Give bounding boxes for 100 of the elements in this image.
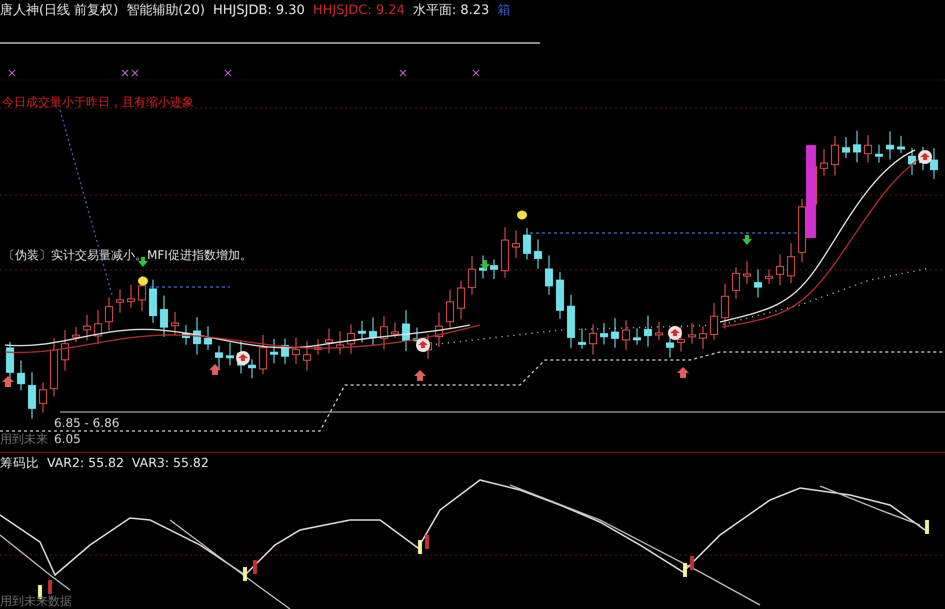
- coin-icon: [236, 351, 250, 365]
- candlestick: [908, 147, 916, 176]
- candlestick: [754, 268, 762, 298]
- candlestick: [787, 242, 795, 284]
- candlestick: [534, 238, 542, 270]
- indicator-value: VAR3: 55.82: [132, 454, 209, 472]
- candlestick: [611, 318, 619, 348]
- candlestick: [259, 334, 267, 375]
- candlestick: [644, 314, 652, 348]
- price-label: 6.05: [54, 432, 81, 446]
- candlestick: [446, 289, 454, 328]
- candlestick: [512, 230, 520, 258]
- candlestick: [61, 330, 69, 372]
- candlestick: [776, 254, 784, 286]
- candlestick: [710, 302, 718, 340]
- candlestick: [435, 312, 443, 348]
- candlestick: [369, 317, 377, 346]
- candlestick: [842, 136, 850, 159]
- candlestick: [391, 322, 399, 338]
- down-arrow-icon: [480, 260, 490, 270]
- candlestick: [875, 144, 883, 164]
- candlestick: [655, 321, 663, 341]
- candlestick: [149, 279, 157, 324]
- up-arrow-icon: [414, 370, 426, 381]
- candlestick: [699, 326, 707, 350]
- future-data-label: 用到未来: [0, 432, 48, 446]
- candlestick: [127, 284, 135, 308]
- candlestick: [886, 130, 894, 160]
- candlestick: [622, 319, 630, 351]
- signal-bar: [253, 560, 257, 574]
- candlestick: [556, 272, 564, 320]
- signal-note: 〔伪装〕实计交易量减小。MFI促进指数增加。: [3, 248, 252, 262]
- candlestick: [600, 322, 608, 346]
- signal-bar: [683, 563, 687, 577]
- signal-bar: [418, 540, 422, 554]
- candlestick: [578, 328, 586, 350]
- candlestick: [204, 326, 212, 350]
- stock-title: 唐人神(日线 前复权): [0, 2, 118, 20]
- coin-icon: [416, 338, 430, 352]
- candlestick: [732, 266, 740, 300]
- indicator-name: 筹码比: [0, 454, 39, 472]
- coin-icon: [918, 150, 932, 164]
- indicator-value: HHJSJDC: 9.24: [312, 2, 405, 20]
- candlestick: [39, 382, 47, 414]
- candlestick: [490, 258, 498, 280]
- candlestick: [853, 130, 861, 163]
- candlestick: [226, 342, 234, 366]
- candlestick: [138, 274, 146, 312]
- candlestick: [94, 309, 102, 345]
- candlestick: [303, 340, 311, 371]
- candlestick: [28, 372, 36, 420]
- candlestick: [248, 358, 256, 379]
- candlestick: [193, 316, 201, 356]
- indicator-name: 智能辅助(20): [126, 2, 205, 20]
- candlestick: [171, 311, 179, 336]
- candlestick: [50, 338, 58, 397]
- signal-bar: [925, 520, 929, 534]
- candlestick: [281, 338, 289, 365]
- candlestick: [336, 330, 344, 355]
- candlestick: [105, 296, 113, 332]
- candlestick: [292, 337, 300, 364]
- candlestick: [589, 324, 597, 356]
- candlestick: [897, 135, 905, 154]
- candlestick: [17, 360, 25, 391]
- down-arrow-icon: [138, 257, 148, 267]
- price-range-label: 6.85 - 6.86: [54, 416, 120, 430]
- dot-icon: [517, 210, 527, 220]
- indicator-value: VAR2: 55.82: [47, 454, 124, 472]
- indicator-value: 箱: [497, 2, 510, 20]
- candlestick: [83, 314, 91, 341]
- candlestick: [358, 320, 366, 343]
- candlestick: [380, 316, 388, 350]
- candlestick: [160, 295, 168, 338]
- candlestick: [72, 326, 80, 343]
- candlestick: [402, 310, 410, 352]
- candlestick: [743, 260, 751, 284]
- candlestick: [270, 338, 278, 364]
- signal-bar: [48, 580, 52, 594]
- candlestick: [347, 324, 355, 355]
- candlestick: [182, 324, 190, 346]
- candlestick: [688, 322, 696, 344]
- candlestick: [468, 255, 476, 296]
- candlestick: [721, 283, 729, 329]
- indicator-value: 水平面: 8.23: [412, 2, 490, 20]
- indicator-value: HHJSJDB: 9.30: [212, 2, 305, 20]
- candlestick: [930, 148, 938, 180]
- candlestick: [501, 226, 509, 278]
- candlestick: [765, 268, 773, 284]
- candlestick: [633, 328, 641, 346]
- signal-bar: [690, 556, 694, 570]
- up-arrow-icon: [677, 367, 689, 378]
- down-arrow-icon: [742, 235, 752, 245]
- candlestick: [820, 148, 828, 176]
- candlestick: [325, 328, 333, 354]
- signal-bar: [425, 535, 429, 549]
- candlestick: [831, 136, 839, 176]
- candlestick: [545, 254, 553, 296]
- candlestick: [215, 345, 223, 368]
- signal-note: 今日成交量小于昨日，且有缩小迹象: [2, 95, 194, 109]
- candlestick: [116, 288, 124, 314]
